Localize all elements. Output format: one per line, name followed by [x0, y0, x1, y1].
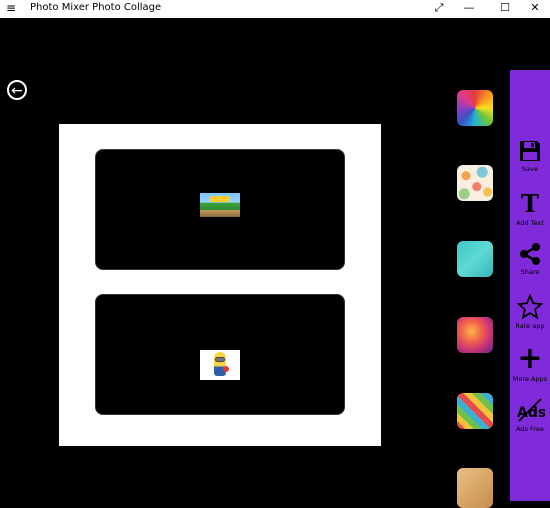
- close-button[interactable]: ✕: [522, 0, 548, 18]
- save-button[interactable]: Save: [510, 139, 550, 173]
- background-color-wheel[interactable]: [457, 90, 493, 126]
- more-apps-label: More Apps: [512, 375, 548, 383]
- minimize-button[interactable]: —: [456, 0, 482, 18]
- collage-canvas: [59, 124, 381, 446]
- no-ads-icon: Ads: [517, 398, 545, 422]
- share-button[interactable]: Share: [510, 242, 550, 276]
- expand-icon[interactable]: ⤢: [426, 0, 452, 18]
- heart-shape: [223, 366, 229, 372]
- share-icon: [520, 243, 540, 265]
- ads-free-label: Ads Free: [516, 425, 544, 433]
- ads-free-button[interactable]: Ads Ads Free: [510, 397, 550, 433]
- plus-icon: +: [517, 341, 543, 376]
- rate-app-label: Rate app: [515, 322, 545, 330]
- hamburger-menu-icon[interactable]: ≡: [2, 0, 20, 18]
- title-bar: ≡ Photo Mixer Photo Collage ⤢ — ☐ ✕: [0, 0, 550, 18]
- background-polka-dots[interactable]: [457, 165, 493, 201]
- save-icon: [520, 141, 540, 161]
- minion-goggle: [215, 357, 225, 362]
- collage-cell-bottom[interactable]: [95, 294, 345, 415]
- rate-app-button[interactable]: Rate app: [510, 294, 550, 330]
- more-apps-button[interactable]: + More Apps: [510, 341, 550, 384]
- collage-cell-top[interactable]: [95, 149, 345, 270]
- background-turquoise[interactable]: [457, 241, 493, 277]
- right-toolbar: Save T Add Text Share Rate app + More Ap…: [510, 70, 550, 501]
- background-wood[interactable]: [457, 468, 493, 508]
- minion-body: [214, 352, 226, 376]
- window-title: Photo Mixer Photo Collage: [30, 2, 162, 13]
- add-text-button[interactable]: T Add Text: [510, 189, 550, 228]
- add-text-label: Add Text: [516, 219, 544, 227]
- share-label: Share: [520, 268, 540, 276]
- star-icon: [517, 294, 543, 320]
- back-arrow-icon[interactable]: ←: [7, 80, 27, 100]
- text-icon: T: [521, 189, 539, 218]
- minion-image-thumbnail[interactable]: [200, 350, 240, 380]
- save-label: Save: [522, 165, 538, 173]
- background-colorful-pattern[interactable]: [457, 393, 493, 429]
- game-screenshot-thumbnail[interactable]: [200, 193, 240, 217]
- maximize-button[interactable]: ☐: [492, 0, 518, 18]
- background-bokeh[interactable]: [457, 317, 493, 353]
